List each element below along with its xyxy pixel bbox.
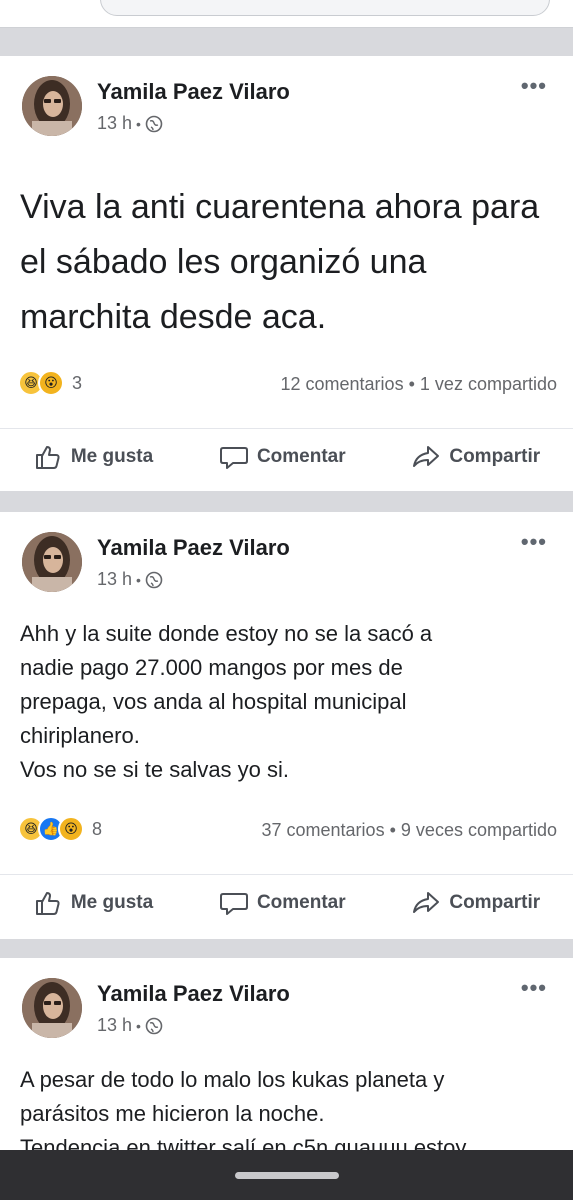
post-text-line: parásitos me hicieron la noche. [20,1101,325,1126]
comment-label: Comentar [256,892,346,913]
thumbs-up-icon [35,446,60,469]
separator-dot: • [136,571,141,588]
share-count[interactable]: 1 vez compartido [420,374,557,394]
separator-dot: • [389,820,396,840]
post-action-bar: Me gusta Comentar Compartir [0,874,573,931]
share-button[interactable]: Compartir [411,442,540,472]
wow-reaction-icon: 😮 [38,370,64,396]
reaction-count: 8 [92,818,103,839]
comment-bubble-icon [219,447,248,469]
post-time[interactable]: 13 h [97,569,132,590]
post-text-line: chiriplanero. [20,723,140,748]
post-text-line: nadie pago 27.000 mangos por mes de [20,655,403,680]
post-time[interactable]: 13 h [97,1015,132,1036]
post-author[interactable]: Yamila Paez Vilaro [97,79,290,105]
like-button[interactable]: Me gusta [33,442,153,472]
reaction-summary[interactable]: 😆 👍 😮 8 [18,816,102,842]
avatar[interactable] [22,978,82,1038]
search-bar[interactable] [100,0,550,16]
share-arrow-icon [413,892,440,913]
post-card: Yamila Paez Vilaro 13 h • ••• A pesar de… [0,958,573,1168]
share-button[interactable]: Compartir [411,888,540,918]
post-text-line: A pesar de todo lo malo los kukas planet… [20,1067,445,1092]
post-stats: 12 comentarios • 1 vez compartido [281,374,558,395]
post-stats: 37 comentarios • 9 veces compartido [262,820,558,841]
separator-dot: • [136,1017,141,1034]
comment-label: Comentar [256,446,346,467]
home-indicator[interactable] [235,1172,339,1179]
like-button[interactable]: Me gusta [33,888,153,918]
comment-button[interactable]: Comentar [219,442,346,472]
post-meta: 13 h • [97,113,163,134]
post-author[interactable]: Yamila Paez Vilaro [97,535,290,561]
reaction-summary[interactable]: 😆 😮 3 [18,370,82,396]
post-text: Ahh y la suite donde estoy no se la sacó… [20,617,560,787]
post-text-line: Vos no se si te salvas yo si. [20,757,290,782]
post-meta: 13 h • [97,1015,163,1036]
share-label: Compartir [449,446,541,467]
share-count[interactable]: 9 veces compartido [401,820,557,840]
globe-icon [145,571,163,588]
more-options-icon[interactable]: ••• [521,75,547,97]
post-card: Yamila Paez Vilaro 13 h • ••• Viva la an… [0,56,573,491]
share-label: Compartir [449,892,541,913]
globe-icon [145,1017,163,1034]
separator-dot: • [408,374,415,394]
post-time[interactable]: 13 h [97,113,132,134]
post-text-line: prepaga, vos anda al hospital municipal [20,689,407,714]
wow-reaction-icon: 😮 [58,816,84,842]
comment-count[interactable]: 37 comentarios [262,820,385,840]
divider [0,27,573,28]
avatar[interactable] [22,532,82,592]
comment-bubble-icon [219,893,248,915]
top-bar [0,0,573,28]
avatar-photo-icon [22,532,82,592]
avatar[interactable] [22,76,82,136]
share-arrow-icon [413,446,440,467]
like-label: Me gusta [70,446,154,467]
separator-dot: • [136,115,141,132]
avatar-photo-icon [22,76,82,136]
globe-icon [145,115,163,132]
post-author[interactable]: Yamila Paez Vilaro [97,981,290,1007]
post-card: Yamila Paez Vilaro 13 h • ••• Ahh y la s… [0,512,573,939]
post-action-bar: Me gusta Comentar Compartir [0,428,573,485]
comment-count[interactable]: 12 comentarios [281,374,404,394]
post-text: Viva la anti cuarentena ahora para el sá… [20,188,540,336]
more-options-icon[interactable]: ••• [521,531,547,553]
post-text-line: Ahh y la suite donde estoy no se la sacó… [20,621,433,646]
reaction-count: 3 [72,372,83,393]
like-label: Me gusta [70,892,154,913]
avatar-photo-icon [22,978,82,1038]
more-options-icon[interactable]: ••• [521,977,547,999]
thumbs-up-icon [35,892,60,915]
post-meta: 13 h • [97,569,163,590]
comment-button[interactable]: Comentar [219,888,346,918]
